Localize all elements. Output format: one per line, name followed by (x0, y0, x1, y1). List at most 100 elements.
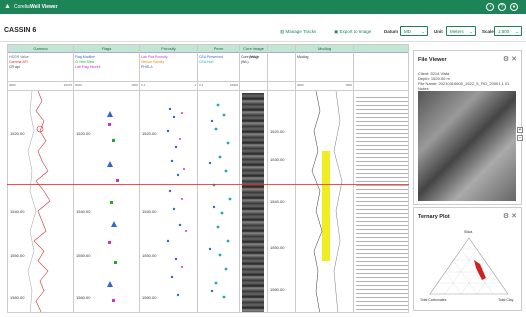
track-scale: 0.1 10000 (198, 81, 239, 91)
track-legend: Lab Plat Porosity Helium Salinity PHIE-A (141, 55, 167, 70)
scale-max: 1 (194, 83, 196, 87)
manage-tracks-button[interactable]: ▥ Manage Tracks (280, 29, 316, 35)
scale-label: Scale (482, 29, 494, 34)
app-logo-icon: ▲ (4, 3, 11, 10)
sem-image[interactable] (418, 91, 516, 201)
track-scale: 0000 1500 (74, 81, 139, 91)
datum-select[interactable]: MD ⌄ (400, 26, 428, 36)
track-header[interactable]: Porosity (140, 45, 197, 53)
well-name: CASSIN 6 (4, 27, 37, 34)
legend-item: Mudlog (297, 55, 309, 59)
track-legend: Mudlog (297, 55, 308, 60)
notification-icon[interactable]: ◔ (486, 3, 494, 11)
track-header[interactable] (354, 45, 408, 53)
chevron-down-icon: ⌄ (469, 29, 473, 34)
track-header[interactable] (268, 45, 295, 53)
well-log-tracks[interactable]: Gamma HSGR Value Gamma API CR api 0000 1… (7, 44, 409, 313)
legend-item: CEA Hori (199, 60, 214, 64)
track-header[interactable]: Gamma (8, 45, 73, 53)
mudlog-curve (311, 91, 343, 312)
track-scale (240, 81, 267, 91)
track-scale (354, 81, 408, 91)
app-name[interactable]: Corelia (14, 4, 30, 10)
close-icon[interactable]: ✕ (511, 213, 517, 220)
track-gamma[interactable]: Gamma HSGR Value Gamma API CR api 0000 1… (8, 45, 74, 312)
datum-label: Datum (384, 29, 399, 34)
legend-item: PHIE-A (141, 65, 153, 69)
track-legend: Core Image (WL) (241, 55, 267, 65)
scale-max: 15075 (63, 83, 72, 87)
track-scale: 0000 15075 (8, 81, 73, 91)
legend-item: Core Image (WL) (241, 55, 260, 64)
scale-min: 0.1 (199, 83, 204, 87)
manage-tracks-label: Manage Tracks (285, 29, 317, 34)
track-porosity[interactable]: Porosity Lab Plat Porosity Helium Salini… (140, 45, 198, 312)
well-title-bar: CASSIN 6 ▥ Manage Tracks ▣ Export to Ima… (0, 14, 526, 42)
export-label: Export to Image (339, 29, 372, 34)
track-lithology-description[interactable] (354, 45, 408, 312)
user-avatar-icon[interactable]: ● (510, 3, 518, 11)
unit-label: Unit (434, 29, 443, 34)
datum-value: MD (404, 29, 411, 34)
track-perm[interactable]: Perm CEA Preserved CEA Hori 0.1 10000 (198, 45, 240, 312)
scale-min: 0.1 (141, 83, 146, 87)
scale-max: 1500 (345, 83, 352, 87)
track-flags[interactable]: Flags Flag Mudline Ct Hex Slew Lab Flag … (74, 45, 140, 312)
scale-min: 0000 (75, 83, 82, 87)
flag-markers (107, 111, 119, 302)
track-scale (268, 81, 295, 91)
track-title: Gamma (33, 46, 48, 51)
lithology-text-block (356, 95, 408, 312)
close-icon[interactable]: ✕ (511, 56, 517, 63)
track-title: Flags (101, 46, 112, 51)
track-mudlog[interactable]: Mudlog Mudlog 0000 1500 (296, 45, 354, 312)
scale-max: 1500 (131, 83, 138, 87)
depth-label: 1550.00 (270, 245, 285, 250)
scale-min: 0000 (297, 83, 304, 87)
settings-icon[interactable]: ⚙ (503, 56, 509, 63)
ternary-plot-panel: Ternary Plot ⚙ ✕ Silica Total Carbonates… (413, 207, 522, 311)
scale-min: 0000 (9, 83, 16, 87)
scale-max: 10000 (229, 83, 238, 87)
chevron-down-icon: ⌄ (421, 29, 425, 34)
zoom-in-icon[interactable]: + (517, 127, 523, 133)
track-header[interactable]: Mudlog (296, 45, 353, 53)
file-metadata: Client: 5214 Vista Depth: 1520.00 m File… (418, 71, 509, 91)
chevron-down-icon: ⌄ (515, 29, 519, 34)
track-header[interactable]: Core image (WL) (240, 45, 267, 59)
ternary-diagram[interactable] (424, 230, 514, 300)
gamma-curve (27, 91, 51, 312)
top-bar: ▲ Corelia Well Viewer ◔ ? ● (0, 0, 526, 14)
depth-label: 1560.00 (270, 287, 285, 292)
perm-points (208, 103, 232, 299)
ternary-plot-title: Ternary Plot (418, 214, 450, 220)
file-name-text: File Name: 20210310600_1522_5_FID_20001.… (418, 81, 510, 86)
panel-actions: ⚙ ✕ (503, 212, 517, 220)
zoom-out-icon[interactable]: − (517, 135, 523, 141)
depth-label: 1530.00 (270, 157, 285, 162)
depth-label: 1540.00 (270, 199, 285, 204)
track-depth[interactable]: 1520.00 1530.00 1540.00 1550.00 1560.00 (268, 45, 296, 312)
settings-icon[interactable]: ⚙ (503, 213, 509, 220)
module-name[interactable]: Well Viewer (30, 4, 58, 10)
legend-item: Lab Flag Inkwell (75, 65, 101, 69)
reference-depth-line (7, 184, 409, 185)
core-image-strip[interactable] (242, 93, 264, 312)
file-viewer-panel: File Viewer ⚙ ✕ Client: 5214 Vista Depth… (413, 50, 523, 205)
track-header[interactable]: Flags (74, 45, 139, 53)
apex-left-label: Total Carbonates (420, 298, 447, 302)
track-title: Mudlog (317, 46, 332, 51)
file-viewer-title: File Viewer (418, 57, 447, 63)
track-legend: HSGR Value Gamma API CR api (9, 55, 29, 70)
scale-select[interactable]: 1:500 ⌄ (494, 26, 522, 36)
help-icon[interactable]: ? (498, 3, 506, 11)
export-image-button[interactable]: ▣ Export to Image (334, 29, 371, 35)
apex-top-label: Silica (464, 230, 473, 234)
track-core-image[interactable]: Core image (WL) Core Image (WL) (240, 45, 268, 312)
track-header[interactable]: Perm (198, 45, 239, 53)
scale-value: 1:500 (498, 29, 510, 34)
track-scale: 0.1 1 (140, 81, 197, 91)
unit-select[interactable]: Meters ⌄ (446, 26, 476, 36)
legend-item: CR api (9, 65, 20, 69)
porosity-points (166, 107, 187, 297)
